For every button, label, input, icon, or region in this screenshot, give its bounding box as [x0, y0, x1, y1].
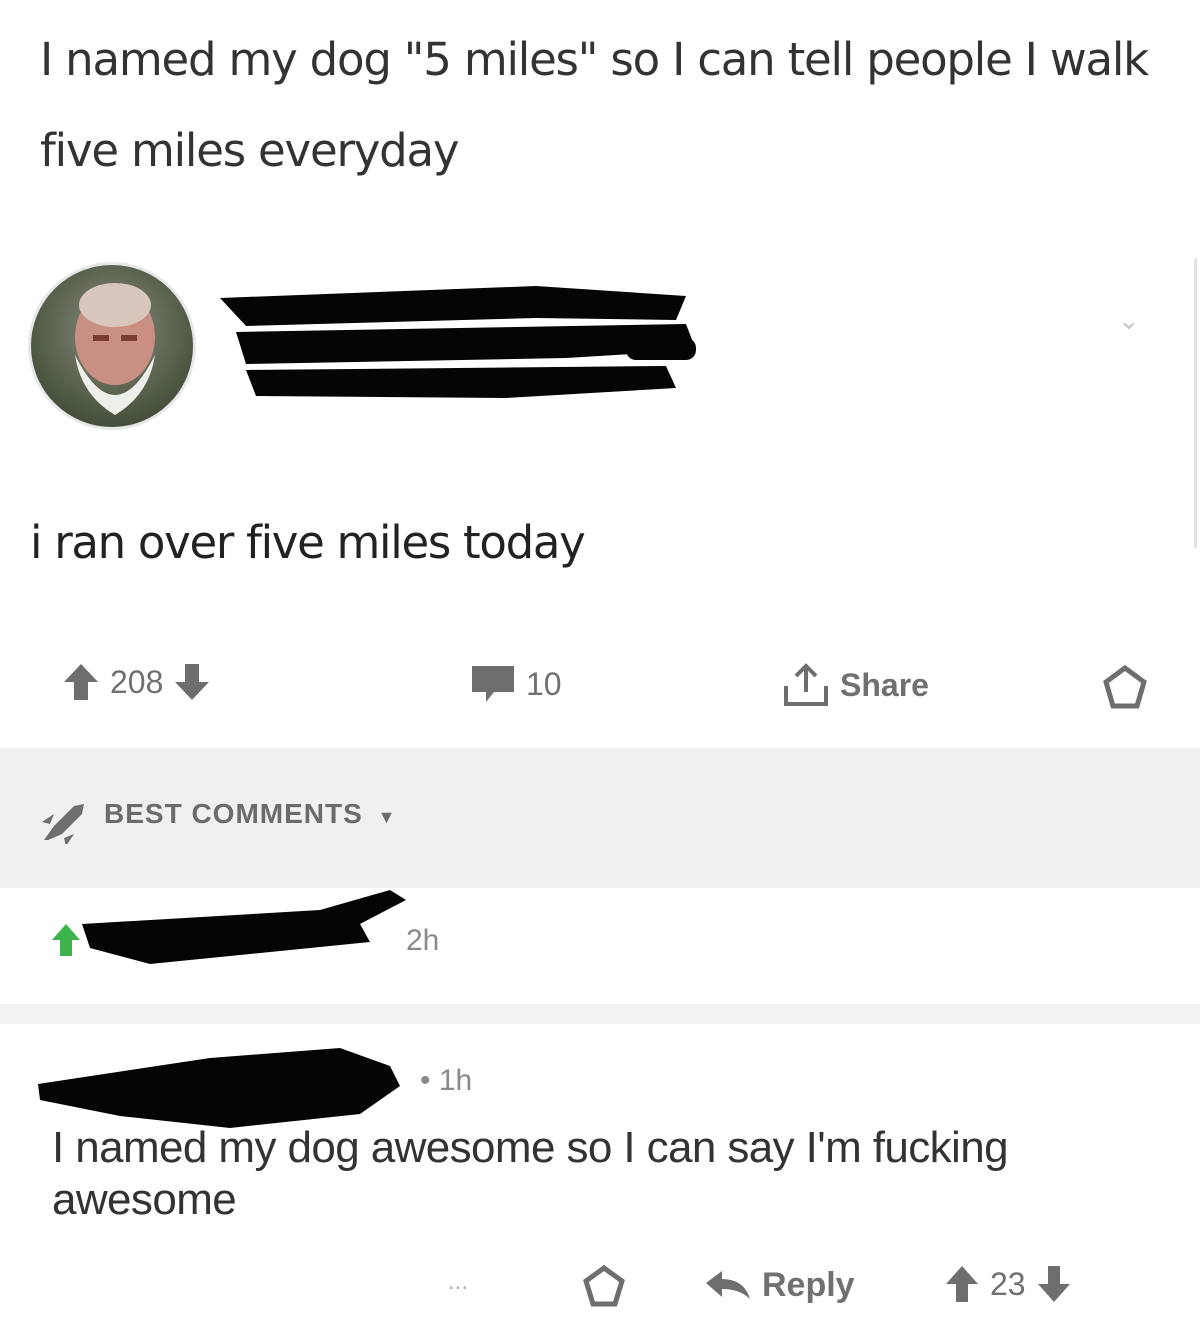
- comment-vote-group: 23: [944, 1264, 1072, 1304]
- comment-sort-dropdown[interactable]: BEST COMMENTS ▼: [104, 798, 396, 830]
- comment-score: 23: [990, 1265, 1026, 1302]
- rocket-icon: [42, 804, 84, 844]
- author-avatar[interactable]: [28, 262, 196, 430]
- award-icon[interactable]: [580, 1264, 628, 1310]
- comment-count: 10: [526, 665, 562, 702]
- share-icon: [784, 663, 828, 706]
- vote-group: 208: [62, 662, 211, 702]
- meta-separator: •: [420, 1064, 431, 1097]
- comments-button[interactable]: 10: [470, 664, 562, 704]
- commenter-name-redaction: [82, 890, 406, 964]
- reply-icon: [706, 1270, 750, 1299]
- award-icon[interactable]: [1100, 664, 1150, 712]
- commenter-name-redaction: [38, 1048, 400, 1128]
- post-menu-chevron-icon[interactable]: ⌄: [1118, 305, 1140, 336]
- upvote-count: 208: [110, 663, 164, 700]
- comment-divider: [0, 1004, 1200, 1024]
- comment-meta: • 1h: [420, 1064, 472, 1098]
- post-title: I named my dog "5 miles" so I can tell p…: [40, 33, 1149, 177]
- chevron-down-icon: ▼: [377, 807, 397, 827]
- post-body: i ran over five miles today: [30, 516, 586, 569]
- author-name-redaction: [220, 286, 696, 398]
- comment-icon: [472, 666, 514, 702]
- avatar-portrait: [75, 283, 155, 415]
- comment-body: I named my dog awesome so I can say I'm …: [52, 1123, 1009, 1224]
- comment-time: 2h: [406, 924, 440, 957]
- upvote-icon[interactable]: [62, 662, 100, 702]
- scrollbar[interactable]: [1194, 258, 1197, 548]
- share-label: Share: [840, 666, 929, 703]
- downvote-icon[interactable]: [1036, 1264, 1072, 1304]
- downvote-icon[interactable]: [173, 662, 211, 702]
- upvote-icon[interactable]: [944, 1264, 980, 1304]
- more-options-button[interactable]: ...: [448, 1268, 468, 1296]
- comment-time: 1h: [438, 1064, 473, 1097]
- reply-button[interactable]: Reply: [704, 1266, 855, 1305]
- reply-label: Reply: [762, 1266, 855, 1304]
- comment-sort-label: BEST COMMENTS: [104, 798, 363, 829]
- share-button[interactable]: Share: [782, 662, 929, 708]
